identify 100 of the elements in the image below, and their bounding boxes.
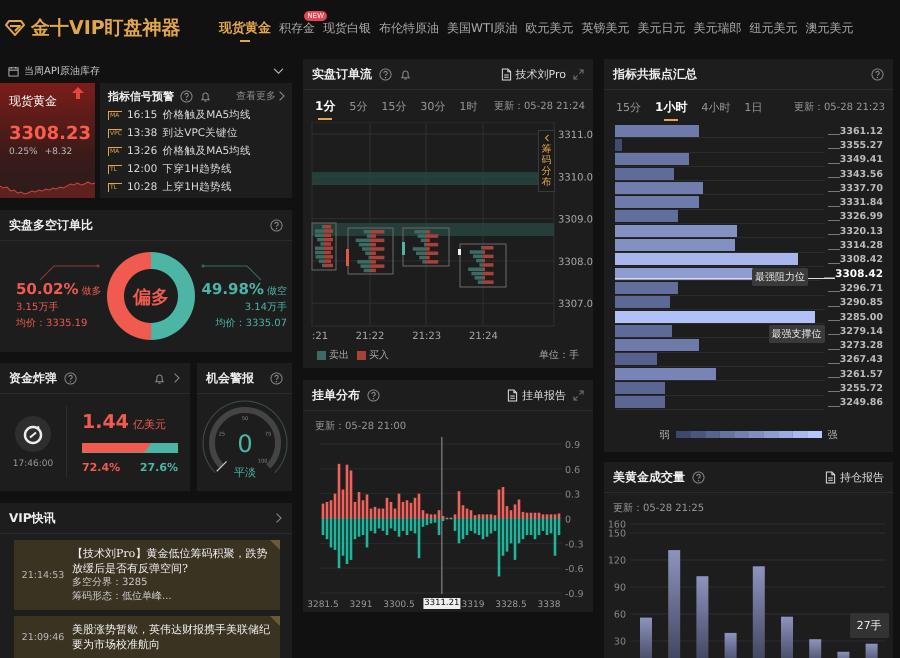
help-icon[interactable] <box>692 470 705 484</box>
report-link[interactable]: 挂单报告 <box>507 388 566 402</box>
help-icon[interactable] <box>367 388 380 402</box>
news-title: 美股涨势暂歇，英伟达财报携手美联储纪要为市场校准航向 <box>72 622 271 652</box>
interval-tab[interactable]: 30分 <box>416 96 450 116</box>
interval-tab[interactable]: 15分 <box>377 96 410 116</box>
bell-icon[interactable] <box>199 90 212 102</box>
bell-icon[interactable] <box>399 68 412 80</box>
interval-tab[interactable]: 4小时 <box>697 96 734 118</box>
help-icon[interactable] <box>270 372 283 384</box>
buy-percent: 72.4% <box>82 460 120 474</box>
alert-status: 平淡 <box>234 466 256 479</box>
interval-tab[interactable]: 1时 <box>455 96 482 116</box>
axis-label: 0.3 <box>565 490 580 501</box>
interval-tab[interactable]: 1日 <box>740 96 766 118</box>
price-label: 3296.71 <box>840 282 883 294</box>
help-icon[interactable] <box>871 68 884 80</box>
chip-distribution-tab[interactable]: 筹码分布 <box>538 130 555 192</box>
more-link[interactable]: 查看更多 <box>236 89 286 103</box>
update-time: 更新：05-28 21:25 <box>613 503 704 514</box>
up-arrow-icon <box>71 86 85 100</box>
signal-text: 上穿1H趋势线 <box>162 180 232 194</box>
update-time: 更新：05-28 21:24 <box>494 100 585 113</box>
bell-icon[interactable] <box>153 372 166 384</box>
nav-tab[interactable]: 澳元美元 <box>802 13 858 43</box>
signal-time: 13:38 <box>127 127 158 139</box>
document-icon <box>825 470 836 484</box>
interval-tab[interactable]: 15分 <box>612 96 645 118</box>
price-label: 3267.43 <box>840 354 883 366</box>
report-link[interactable]: 持仓报告 <box>825 470 884 484</box>
value-tooltip: 27手 <box>850 612 889 638</box>
axis-label: 3338 <box>538 600 560 610</box>
panel-title: 美黄金成交量 <box>613 468 685 486</box>
chevron-right-icon[interactable] <box>278 90 286 102</box>
panel-title: 实盘订单流 <box>312 66 372 82</box>
nav-tab[interactable]: 纽元美元 <box>746 13 802 43</box>
interval-tab[interactable]: 1分 <box>311 94 340 118</box>
help-icon[interactable] <box>64 372 77 384</box>
decor-line <box>200 262 261 282</box>
help-icon[interactable] <box>180 90 193 102</box>
legend-label: 买入 <box>369 348 389 362</box>
update-time: 更新：05-28 21:23 <box>794 100 885 114</box>
axis-label: 150 <box>608 528 626 540</box>
cursor-label: 3311.21 <box>423 598 460 609</box>
event-label: 当周API原油库存 <box>24 64 100 78</box>
nav-tab[interactable]: 欧元美元 <box>522 13 578 43</box>
news-line: 筹码形态：低位单峰... <box>72 590 173 604</box>
interval-tab[interactable]: 5分 <box>345 96 372 116</box>
axis-label: 3309.0 <box>558 214 593 226</box>
legend-label: 卖出 <box>329 348 349 362</box>
quote-card[interactable]: 现货黄金 3308.23 0.25% +8.32 <box>0 83 95 198</box>
price-label: 3320.13 <box>840 226 883 237</box>
axis-label: 3328.5 <box>495 600 527 610</box>
price-label: 3279.14 <box>840 326 883 337</box>
amount-unit: 亿美元 <box>132 416 166 432</box>
axis-label: 3300.5 <box>383 600 415 610</box>
long-average: 均价：3335.19 <box>16 317 88 330</box>
help-icon[interactable] <box>270 218 283 232</box>
long-percent: 50.02% <box>16 280 78 298</box>
long-volume: 3.15万手 <box>16 300 58 314</box>
sell-percent: 27.6% <box>140 460 178 474</box>
interval-tab[interactable]: 1小时 <box>651 96 692 118</box>
price-label: 3343.56 <box>840 168 883 180</box>
change-value: +8.32 <box>44 147 72 157</box>
alert-value: 0 <box>236 430 252 458</box>
axis-label: 3307.0 <box>558 299 593 310</box>
volume-bar <box>781 616 793 658</box>
nav-tab[interactable]: 美国WTI原油 <box>443 13 522 43</box>
expand-icon[interactable] <box>573 390 584 400</box>
signal-text: 价格触及MA5均线 <box>162 144 252 158</box>
volume-bar <box>724 632 737 658</box>
nav-tab[interactable]: 布伦特原油 <box>375 13 443 43</box>
price-label: 3249.86 <box>840 397 883 408</box>
axis-label: 21:22 <box>356 331 384 342</box>
expand-icon[interactable] <box>573 68 584 80</box>
nav-tab[interactable]: 英镑美元 <box>578 13 634 43</box>
nav-tab[interactable]: 美元瑞郎 <box>690 13 746 43</box>
signal-text: 下穿1H趋势线 <box>162 162 232 176</box>
help-icon[interactable] <box>379 68 392 80</box>
unit-label: 单位：手 <box>539 348 579 362</box>
decor-line <box>40 262 100 282</box>
signal-time: 12:00 <box>127 163 158 175</box>
panel-title: VIP快讯 <box>9 510 56 526</box>
level-tooltip: 最强支撑位 <box>768 324 825 343</box>
axis-label: 21:23 <box>412 331 442 342</box>
axis-label: 90 <box>614 582 626 594</box>
panel-title: 挂单分布 <box>312 386 360 404</box>
price-label: 3273.28 <box>840 340 883 352</box>
app-title: 金十VIP盯盘神器 <box>31 16 181 41</box>
chevron-right-icon[interactable] <box>173 372 181 384</box>
report-link[interactable]: 技术刘Pro <box>500 66 566 82</box>
chevron-right-icon[interactable] <box>275 512 283 524</box>
nav-tab[interactable]: 现货黄金 <box>215 13 275 43</box>
bias-label: 偏多 <box>133 287 170 308</box>
nav-tab[interactable]: 美元日元 <box>634 13 690 43</box>
axis-label: 0 <box>565 514 572 526</box>
countdown-time: 17:46:00 <box>12 458 54 468</box>
chevron-down-icon[interactable] <box>273 68 284 74</box>
news-line: 多空分界：3285 <box>72 576 148 590</box>
chevron-left-icon <box>544 134 550 142</box>
